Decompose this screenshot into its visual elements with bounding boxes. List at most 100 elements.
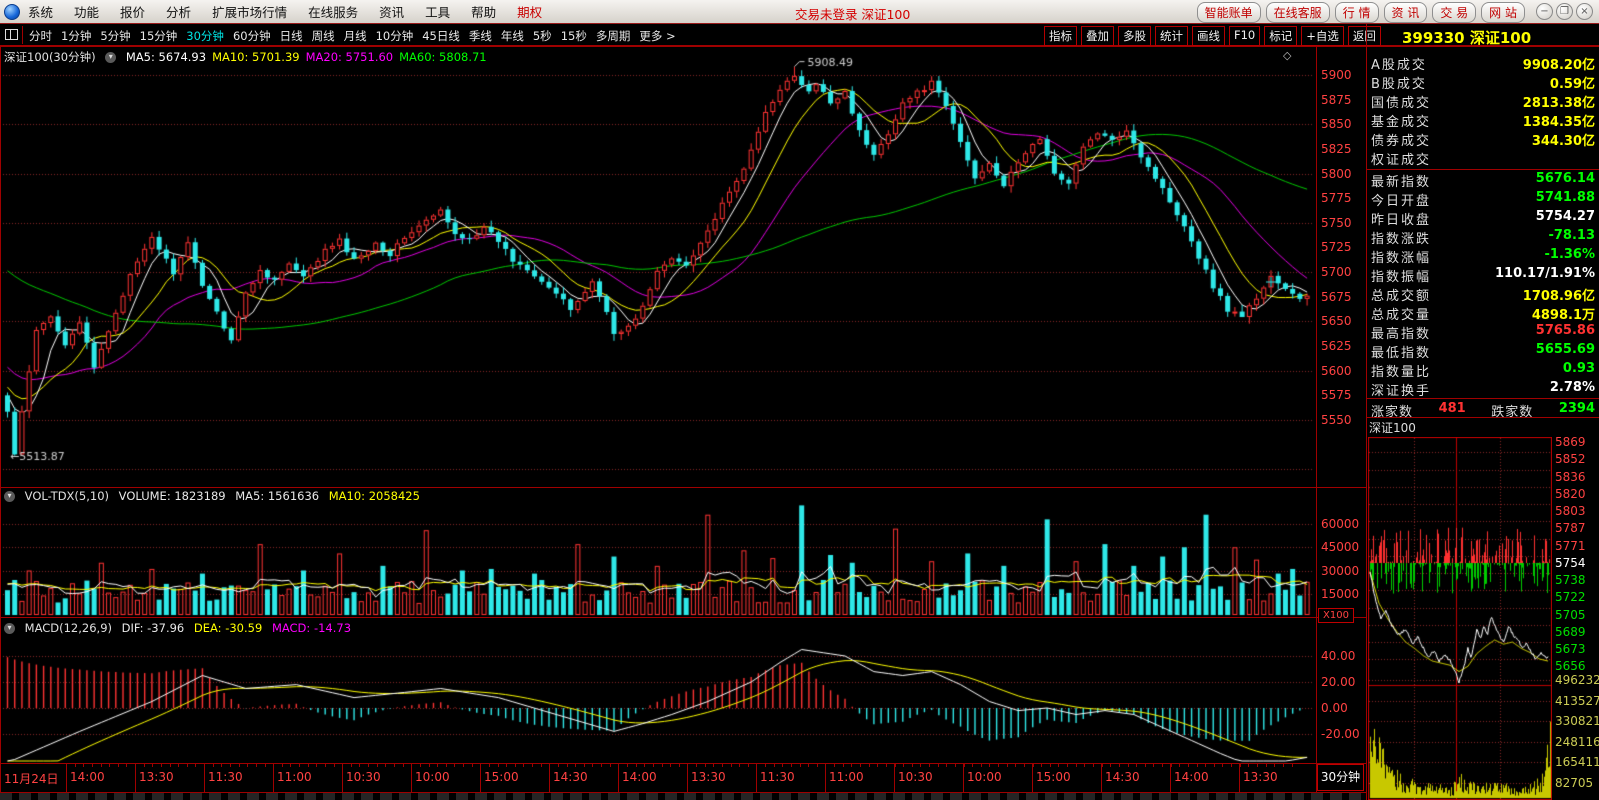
time-grid-line <box>480 763 481 792</box>
intraday-mini-chart[interactable] <box>1368 437 1552 800</box>
period-tab-60分钟[interactable]: 60分钟 <box>233 28 271 44</box>
panel-row-label: 总成交量 <box>1371 308 1432 323</box>
panel-row: A股成交 9908.20亿 <box>1371 54 1595 73</box>
panel-row-value: -1.36% <box>1544 247 1596 262</box>
volume-axis-label: 45000 <box>1321 540 1360 555</box>
collapse-pane-icon[interactable]: ▾ <box>4 623 15 634</box>
menu-item-工具[interactable]: 工具 <box>425 2 450 21</box>
panel-row: 最低指数 5655.69 <box>1371 342 1595 361</box>
tool-button-画线[interactable]: 画线 <box>1192 26 1225 46</box>
action-button-在线客服[interactable]: 在线客服 <box>1265 2 1330 23</box>
app-logo-icon[interactable] <box>4 3 20 20</box>
tool-button-F10[interactable]: F10 <box>1229 26 1261 46</box>
restore-button[interactable]: ❐ <box>1556 3 1573 20</box>
mini-price-axis-label: 5869 <box>1555 435 1586 449</box>
tool-button-统计[interactable]: 统计 <box>1155 26 1188 46</box>
period-tab-季线[interactable]: 季线 <box>469 28 492 44</box>
current-period-box[interactable]: 30分钟 <box>1317 764 1364 791</box>
right-panel-divider[interactable] <box>1366 24 1367 800</box>
chart-left-border <box>0 46 1 793</box>
action-button-资讯[interactable]: 资 讯 <box>1383 2 1428 23</box>
panel-row-value: 110.17/1.91% <box>1494 266 1595 281</box>
volume-pane-header: ▾ VOL-TDX(5,10) VOLUME: 1823189 MA5: 156… <box>4 489 426 503</box>
symbol-name: 深证100 <box>1469 29 1532 47</box>
tool-button-指标[interactable]: 指标 <box>1044 26 1077 46</box>
panel-row: 最新指数 5676.14 <box>1371 171 1595 190</box>
ma-label: MA20: 5751.60 <box>305 50 394 64</box>
price-axis-label: 5675 <box>1321 289 1352 304</box>
price-axis-label: 5775 <box>1321 191 1352 206</box>
mini-price-axis-label: 5836 <box>1555 469 1586 484</box>
tool-button-多股[interactable]: 多股 <box>1118 26 1151 46</box>
price-axis-label: 5575 <box>1321 388 1352 403</box>
menu-item-功能[interactable]: 功能 <box>74 2 99 21</box>
period-tab-30分钟[interactable]: 30分钟 <box>186 28 224 44</box>
menu-item-扩展市场行情[interactable]: 扩展市场行情 <box>212 2 287 21</box>
macd-axis-label: 20.00 <box>1321 675 1356 689</box>
period-tab-年线[interactable]: 年线 <box>501 28 524 44</box>
action-button-行情[interactable]: 行 情 <box>1334 2 1379 23</box>
mini-price-axis-label: 5820 <box>1555 486 1586 501</box>
time-grid-line <box>825 763 826 792</box>
macd-value-label: MACD: -14.73 <box>271 621 352 635</box>
period-tab-分时[interactable]: 分时 <box>29 28 52 44</box>
minimize-button[interactable]: − <box>1536 3 1553 20</box>
period-tab-45日线[interactable]: 45日线 <box>422 28 460 44</box>
collapse-pane-icon[interactable]: ▾ <box>4 491 15 502</box>
candlestick-chart[interactable] <box>0 46 1316 487</box>
menu-item-资讯[interactable]: 资讯 <box>379 2 404 21</box>
app-window: 系统 功能 报价 分析 扩展市场行情 在线服务 资讯 工具 帮助 期权 交易未登录 深证100 智… <box>0 0 1599 800</box>
layout-split-icon[interactable] <box>5 29 18 40</box>
panel-row-label: 总成交额 <box>1371 289 1432 304</box>
collapse-pane-icon[interactable]: ▾ <box>105 52 117 63</box>
period-tab-5秒[interactable]: 5秒 <box>533 28 552 44</box>
panel-row: 权证成交 <box>1371 149 1595 168</box>
panel-row-value: 5676.14 <box>1535 171 1595 186</box>
period-tab-月线[interactable]: 月线 <box>344 28 367 44</box>
time-grid-line <box>618 763 619 792</box>
period-tab-日线[interactable]: 日线 <box>280 28 303 44</box>
period-tab-多周期[interactable]: 多周期 <box>596 28 631 44</box>
pane-marker-icon[interactable]: ◇ <box>1283 49 1291 62</box>
volume-chart[interactable] <box>0 487 1316 617</box>
mini-chart-title[interactable]: 深证100 <box>1369 419 1416 436</box>
period-tab-更多 >[interactable]: 更多 > <box>639 28 675 44</box>
period-tab-周线[interactable]: 周线 <box>312 28 335 44</box>
menu-item-报价[interactable]: 报价 <box>120 2 145 21</box>
action-button-网站[interactable]: 网 站 <box>1481 2 1525 23</box>
mini-price-axis-label: 5673 <box>1555 642 1586 656</box>
menu-item-系统[interactable]: 系统 <box>28 2 53 21</box>
panel-row: 最高指数 5765.86 <box>1371 323 1595 342</box>
time-label: 14:00 <box>622 770 657 784</box>
price-axis-label: 5650 <box>1321 314 1352 329</box>
tool-button-标记[interactable]: 标记 <box>1264 26 1298 46</box>
period-tab-15分钟[interactable]: 15分钟 <box>140 28 178 44</box>
price-axis-label: 5850 <box>1321 117 1352 132</box>
action-button-交易[interactable]: 交 易 <box>1432 2 1477 23</box>
tool-button-叠加[interactable]: 叠加 <box>1081 26 1114 46</box>
menu-item-帮助[interactable]: 帮助 <box>471 2 496 21</box>
menu-item-分析[interactable]: 分析 <box>166 2 191 21</box>
price-axis-label: 5825 <box>1321 141 1352 156</box>
mini-price-axis-label: 5787 <box>1555 521 1586 536</box>
price-axis-label: 5700 <box>1321 265 1352 280</box>
panel-row-label: 指数涨幅 <box>1371 251 1432 266</box>
tool-button-+自选[interactable]: +自选 <box>1301 26 1344 46</box>
tool-button-返回[interactable]: 返回 <box>1347 26 1381 46</box>
mini-volume-axis-label: 82705 <box>1555 775 1594 790</box>
time-grid-line <box>135 763 136 792</box>
volume-axis-label: 60000 <box>1321 517 1360 531</box>
panel-row-value: 5741.88 <box>1535 190 1595 205</box>
period-tab-1分钟[interactable]: 1分钟 <box>61 28 91 44</box>
time-grid-line <box>342 763 343 792</box>
mini-price-axis-label: 5852 <box>1555 452 1586 467</box>
macd-chart[interactable] <box>0 617 1316 763</box>
period-tab-10分钟[interactable]: 10分钟 <box>376 28 414 44</box>
menu-item-options[interactable]: 期权 <box>517 2 542 21</box>
menu-item-在线服务[interactable]: 在线服务 <box>308 2 358 21</box>
period-tab-5分钟[interactable]: 5分钟 <box>100 28 130 44</box>
period-tab-15秒[interactable]: 15秒 <box>561 28 587 44</box>
trade-login-status[interactable]: 交易未登录 深证100 <box>795 4 910 23</box>
close-button[interactable]: × <box>1576 3 1593 20</box>
action-button-智能账单[interactable]: 智能账单 <box>1196 2 1261 23</box>
